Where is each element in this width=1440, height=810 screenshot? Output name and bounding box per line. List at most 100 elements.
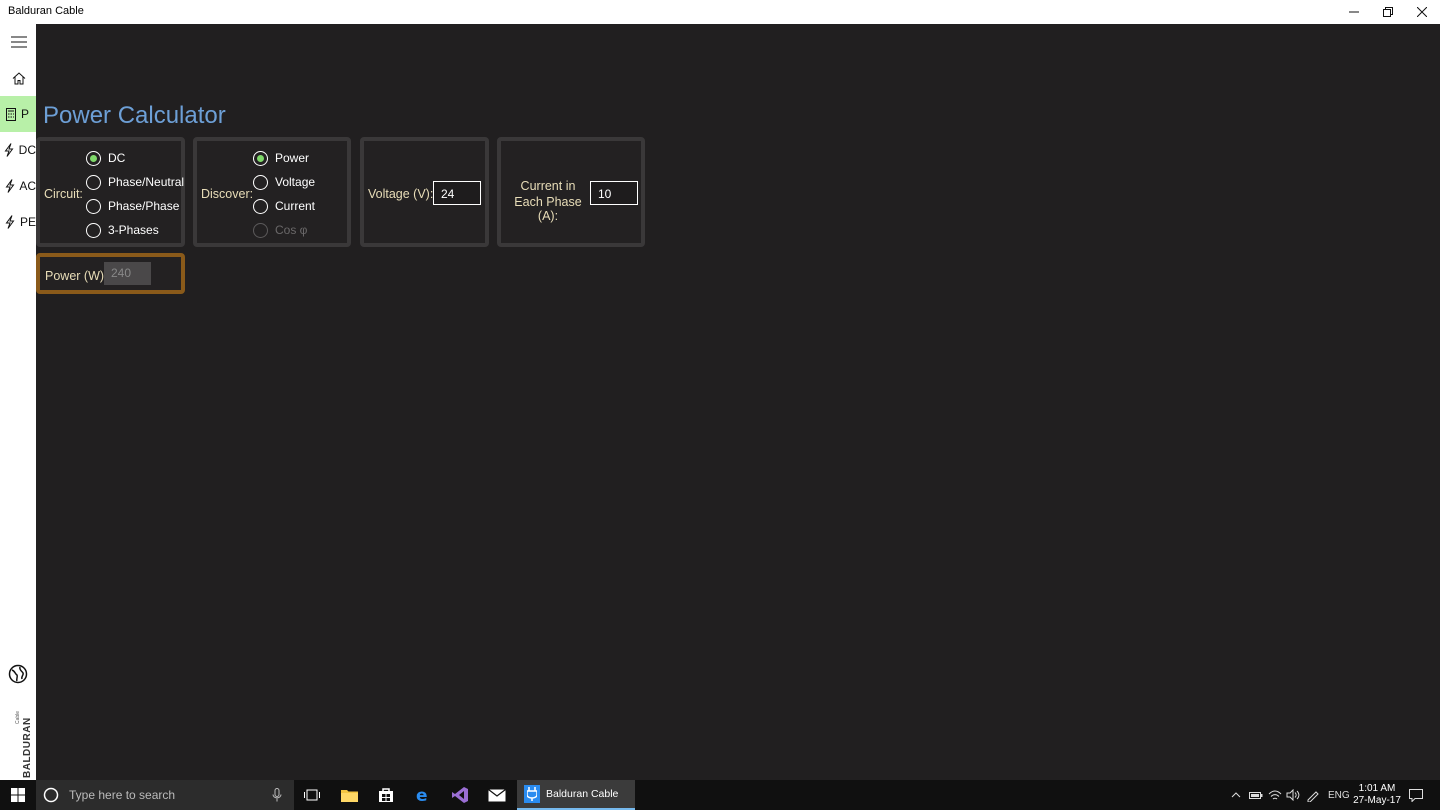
language-indicator[interactable]: ENG xyxy=(1328,780,1350,810)
nav-item-label: DC xyxy=(18,143,36,157)
radio-icon xyxy=(253,174,268,190)
power-result: Power (W) 240 xyxy=(36,253,185,294)
radio-icon xyxy=(86,198,101,214)
circuit-label: Circuit: xyxy=(44,187,83,201)
calculator-icon xyxy=(2,107,19,121)
store-button[interactable] xyxy=(368,780,404,810)
main-content: Power Calculator Circuit: DC Phase/Neutr… xyxy=(36,24,1440,780)
radio-label: DC xyxy=(108,151,126,165)
battery-icon[interactable] xyxy=(1249,780,1263,810)
circuit-option-phase-neutral[interactable]: Phase/Neutral xyxy=(86,172,184,192)
radio-selected-icon xyxy=(86,150,101,166)
volume-icon[interactable] xyxy=(1286,780,1300,810)
svg-text:Cable: Cable xyxy=(15,711,21,724)
power-label: Power (W) xyxy=(45,269,105,283)
minimize-icon xyxy=(1349,11,1359,13)
discover-option-voltage[interactable]: Voltage xyxy=(253,172,315,192)
radio-icon xyxy=(86,222,101,238)
clock-time: 1:01 AM xyxy=(1358,783,1396,794)
power-output: 240 xyxy=(104,262,151,285)
radio-icon xyxy=(253,222,268,238)
taskbar-app-balduran-cable[interactable]: Balduran Cable xyxy=(517,780,635,810)
visual-studio-button[interactable] xyxy=(442,780,478,810)
current-label-line1: Current in xyxy=(520,179,576,193)
title-bar: Balduran Cable xyxy=(0,0,1440,24)
circuit-option-dc[interactable]: DC xyxy=(86,148,125,168)
discover-option-current[interactable]: Current xyxy=(253,196,315,216)
restore-icon xyxy=(1383,7,1393,17)
taskbar-search[interactable]: Type here to search xyxy=(36,780,294,810)
app-plug-icon xyxy=(524,785,540,803)
cortana-icon xyxy=(43,787,59,803)
app-label: Balduran Cable xyxy=(546,788,619,800)
nav-item-pe[interactable]: PE xyxy=(0,204,36,240)
left-nav: P DC AC PE BALDURAN Cable xyxy=(0,24,36,780)
nav-item-label: AC xyxy=(19,179,36,193)
radio-label: 3-Phases xyxy=(108,223,159,237)
taskbar: Type here to search e Balduran Cable ENG xyxy=(0,780,1440,810)
windows-icon xyxy=(11,788,25,802)
close-button[interactable] xyxy=(1405,0,1439,24)
voltage-input[interactable]: 24 xyxy=(433,181,481,205)
radio-label: Phase/Phase xyxy=(108,199,180,213)
task-view-button[interactable] xyxy=(294,780,330,810)
lightning-icon xyxy=(2,215,18,229)
lightning-icon xyxy=(2,179,17,193)
folder-icon xyxy=(340,790,358,802)
edge-button[interactable]: e xyxy=(405,780,441,810)
home-button[interactable] xyxy=(0,60,36,96)
radio-selected-icon xyxy=(253,150,268,166)
mail-button[interactable] xyxy=(479,780,515,810)
nav-item-power[interactable]: P xyxy=(0,96,36,132)
nav-item-label: PE xyxy=(19,215,36,229)
page-title: Power Calculator xyxy=(43,102,226,129)
home-icon xyxy=(10,71,27,85)
svg-text:e: e xyxy=(416,787,428,803)
hamburger-icon xyxy=(10,36,27,48)
mail-icon xyxy=(488,788,506,801)
voltage-label: Voltage (V): xyxy=(368,187,434,201)
svg-text:BALDURAN: BALDURAN xyxy=(22,717,33,778)
edge-icon: e xyxy=(416,787,428,803)
discover-label: Discover: xyxy=(201,187,254,201)
radio-label: Voltage xyxy=(275,175,316,189)
discover-option-power[interactable]: Power xyxy=(253,148,309,168)
file-explorer-button[interactable] xyxy=(331,780,367,810)
lightning-icon xyxy=(2,143,17,157)
visual-studio-icon xyxy=(452,787,468,803)
current-label-line2: Each Phase (A): xyxy=(514,195,582,223)
radio-label: Phase/Neutral xyxy=(108,175,185,189)
circuit-option-3-phases[interactable]: 3-Phases xyxy=(86,220,159,240)
window-title: Balduran Cable xyxy=(8,5,84,17)
hamburger-menu-button[interactable] xyxy=(0,24,36,60)
clock[interactable]: 1:01 AM 27-May-17 xyxy=(1350,783,1404,807)
minimize-button[interactable] xyxy=(1337,0,1371,24)
radio-icon xyxy=(253,198,268,214)
voltage-panel: Voltage (V): 24 xyxy=(360,137,489,247)
store-icon xyxy=(379,788,393,802)
search-placeholder: Type here to search xyxy=(69,788,176,802)
radio-label: Cos φ xyxy=(275,223,308,237)
start-button[interactable] xyxy=(0,780,36,810)
restore-button[interactable] xyxy=(1371,0,1405,24)
discover-panel: Discover: Power Voltage Current Cos φ xyxy=(193,137,351,247)
tray-chevron-icon[interactable] xyxy=(1231,780,1241,810)
microphone-icon xyxy=(272,788,282,802)
notifications-icon[interactable] xyxy=(1409,780,1423,810)
circuit-option-phase-phase[interactable]: Phase/Phase xyxy=(86,196,179,216)
nav-item-dc[interactable]: DC xyxy=(0,132,36,168)
nav-item-label: P xyxy=(21,107,30,121)
radio-icon xyxy=(86,174,101,190)
close-icon xyxy=(1417,7,1427,17)
clock-date: 27-May-17 xyxy=(1353,795,1401,806)
task-view-icon xyxy=(304,789,320,801)
radio-label: Current xyxy=(275,199,316,213)
current-panel: Current in Each Phase (A): 10 xyxy=(497,137,645,247)
pen-icon[interactable] xyxy=(1306,780,1320,810)
wifi-icon[interactable] xyxy=(1268,780,1282,810)
balduran-logo: BALDURAN Cable xyxy=(12,684,36,780)
circuit-panel: Circuit: DC Phase/Neutral Phase/Phase 3-… xyxy=(36,137,185,247)
current-input[interactable]: 10 xyxy=(590,181,638,205)
nav-item-ac[interactable]: AC xyxy=(0,168,36,204)
radio-label: Power xyxy=(275,151,310,165)
